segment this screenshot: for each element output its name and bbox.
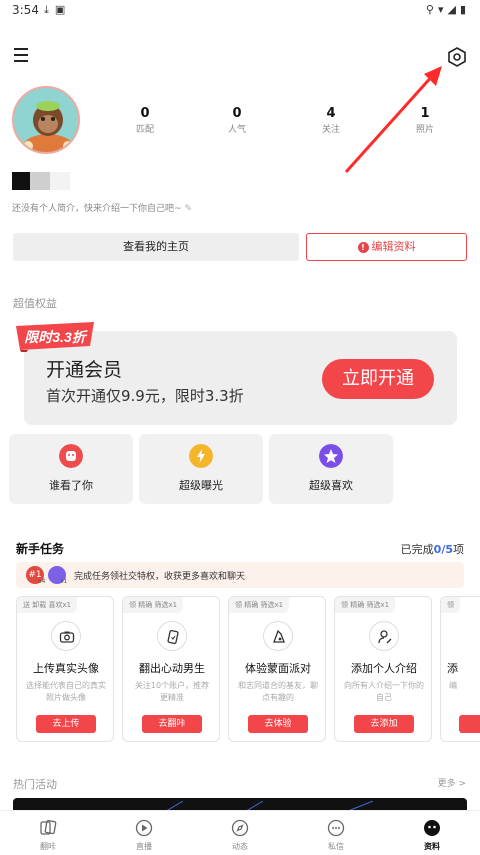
feature-label: 超级曝光 bbox=[179, 479, 223, 492]
feature-super-like[interactable]: 超级喜欢 bbox=[269, 434, 393, 504]
username-redacted bbox=[12, 172, 72, 190]
task-action-button[interactable]: 去翻咔 bbox=[142, 715, 202, 733]
task-name: 添 bbox=[447, 662, 458, 675]
tab-label: 翻咔 bbox=[40, 842, 56, 851]
tasks-progress: 已完成0/5项 bbox=[401, 541, 464, 557]
tab-label: 私信 bbox=[328, 842, 344, 851]
task-desc: 向所有人介绍一下你的自己 bbox=[344, 681, 424, 702]
task-card-party[interactable]: 领 精确 筛选x1 体验蒙面派对 和志同道合的基友，聊点有趣的 去体验 bbox=[228, 596, 326, 742]
lightning-icon bbox=[189, 444, 213, 468]
cards-icon bbox=[40, 819, 57, 835]
edit-profile-button[interactable]: ! 编辑资料 bbox=[306, 233, 467, 261]
view-home-button[interactable]: 查看我的主页 bbox=[13, 233, 299, 261]
bottom-tab-bar: 翻咔 直播 动态 私信 资料 bbox=[0, 810, 480, 855]
feature-label: 谁看了你 bbox=[49, 479, 93, 492]
task-name: 体验蒙面派对 bbox=[245, 662, 311, 675]
task-desc: 编 bbox=[449, 681, 457, 690]
tab-moments[interactable]: 动态 bbox=[192, 811, 288, 855]
system-icons: ⚲▾◢▮ bbox=[425, 3, 470, 16]
avatar[interactable] bbox=[12, 86, 80, 154]
user-edit-icon bbox=[369, 621, 399, 651]
edit-pencil-icon: ✎ bbox=[184, 204, 193, 214]
card-swipe-icon bbox=[157, 621, 187, 651]
status-time: 3:54 bbox=[12, 3, 39, 17]
task-desc: 和志同道合的基友，聊点有趣的 bbox=[238, 681, 318, 702]
stat-following[interactable]: 4 关注 bbox=[286, 106, 376, 135]
task-card-intro[interactable]: 领 精确 筛选x1 添加个人介绍 向所有人介绍一下你的自己 去添加 bbox=[334, 596, 432, 742]
perks-section-title: 超值权益 bbox=[13, 297, 57, 310]
badge-count: x4 bbox=[38, 578, 46, 585]
stat-popularity[interactable]: 0 人气 bbox=[192, 106, 282, 135]
tab-messages[interactable]: 私信 bbox=[288, 811, 384, 855]
task-card-partial[interactable]: 领 添 编 bbox=[440, 596, 480, 742]
vip-subtitle: 首次开通仅9.9元，限时3.3折 bbox=[46, 387, 244, 405]
activate-vip-button[interactable]: 立即开通 bbox=[322, 359, 434, 399]
menu-icon[interactable] bbox=[14, 48, 32, 64]
discount-badge: 限时3.3折 bbox=[16, 322, 94, 352]
profile-stats: 0 匹配 0 人气 4 关注 1 照片 bbox=[100, 106, 470, 146]
stat-matches[interactable]: 0 匹配 bbox=[100, 106, 190, 135]
message-icon bbox=[327, 819, 345, 837]
avatar-illustration bbox=[14, 88, 78, 152]
settings-hexagon-icon[interactable] bbox=[446, 46, 468, 68]
status-bar: 3:54 ⤓▣ ⚲▾◢▮ bbox=[0, 0, 480, 22]
stat-photos[interactable]: 1 照片 bbox=[380, 106, 470, 135]
hot-activity-banner[interactable] bbox=[13, 798, 467, 810]
task-action-button[interactable]: 去体验 bbox=[248, 715, 308, 733]
task-card-swipe[interactable]: 领 精确 筛选x1 翻出心动男生 关注10个账户，推荐更精准 去翻咔 bbox=[122, 596, 220, 742]
task-name: 添加个人介绍 bbox=[351, 662, 417, 675]
tasks-banner-text: 完成任务领社交特权，收获更多喜欢和聊天 bbox=[74, 572, 246, 582]
bio-text[interactable]: 还没有个人简介，快来介绍一下你自己吧~ ✎ bbox=[12, 201, 192, 214]
star-icon bbox=[319, 444, 343, 468]
tab-fanka[interactable]: 翻咔 bbox=[0, 811, 96, 855]
task-action-button[interactable]: 去上传 bbox=[36, 715, 96, 733]
progress-prefix: 已完成 bbox=[400, 543, 434, 556]
compass-icon bbox=[231, 819, 249, 837]
mask-icon bbox=[263, 621, 293, 651]
tab-label: 资料 bbox=[424, 842, 440, 851]
badge-count: x1 bbox=[60, 578, 68, 585]
task-action-button[interactable] bbox=[459, 715, 480, 733]
discount-badge-text: 限时3.3折 bbox=[24, 329, 88, 345]
task-reward-tag: 领 bbox=[441, 597, 460, 613]
camera-icon bbox=[51, 621, 81, 651]
task-desc: 关注10个账户，推荐更精准 bbox=[134, 681, 210, 702]
task-action-button[interactable]: 去添加 bbox=[354, 715, 414, 733]
tab-label: 动态 bbox=[232, 842, 248, 851]
alert-icon: ! bbox=[357, 242, 369, 253]
tasks-title: 新手任务 bbox=[16, 542, 65, 556]
edit-profile-label: 编辑资料 bbox=[371, 240, 416, 253]
task-reward-tag: 领 精确 筛选x1 bbox=[335, 597, 396, 613]
notification-icons: ⤓▣ bbox=[44, 3, 72, 16]
feature-label: 超级喜欢 bbox=[309, 479, 353, 492]
task-card-avatar[interactable]: 送 卸载 喜欢x1 上传真实头像 选择能代表自己的真实照片做头像 去上传 bbox=[16, 596, 114, 742]
progress-count: 0/5 bbox=[433, 543, 453, 556]
profile-icon bbox=[424, 820, 440, 836]
tab-live[interactable]: 直播 bbox=[96, 811, 192, 855]
task-name: 翻出心动男生 bbox=[139, 662, 205, 675]
task-reward-tag: 领 精确 筛选x1 bbox=[229, 597, 290, 613]
feature-who-viewed[interactable]: 谁看了你 bbox=[9, 434, 133, 504]
task-reward-tag: 送 卸载 喜欢x1 bbox=[17, 597, 78, 613]
task-reward-tag: 领 精确 筛选x1 bbox=[123, 597, 184, 613]
vip-title: 开通会员 bbox=[46, 359, 123, 381]
task-desc: 选择能代表自己的真实照片做头像 bbox=[26, 681, 106, 702]
tasks-banner: #1 x4 x1 完成任务领社交特权，收获更多喜欢和聊天 bbox=[16, 562, 464, 588]
tab-profile[interactable]: 资料 bbox=[384, 811, 480, 855]
tab-label: 直播 bbox=[136, 842, 152, 851]
progress-suffix: 项 bbox=[453, 543, 464, 556]
task-name: 上传真实头像 bbox=[33, 662, 99, 675]
smile-icon bbox=[59, 444, 83, 468]
banner-graphic bbox=[13, 800, 467, 810]
more-link[interactable]: 更多 > bbox=[438, 776, 466, 789]
feature-super-exposure[interactable]: 超级曝光 bbox=[139, 434, 263, 504]
hot-activities-title: 热门活动 bbox=[13, 778, 57, 791]
play-icon bbox=[135, 819, 153, 837]
bio-label: 还没有个人简介，快来介绍一下你自己吧~ bbox=[12, 204, 182, 214]
